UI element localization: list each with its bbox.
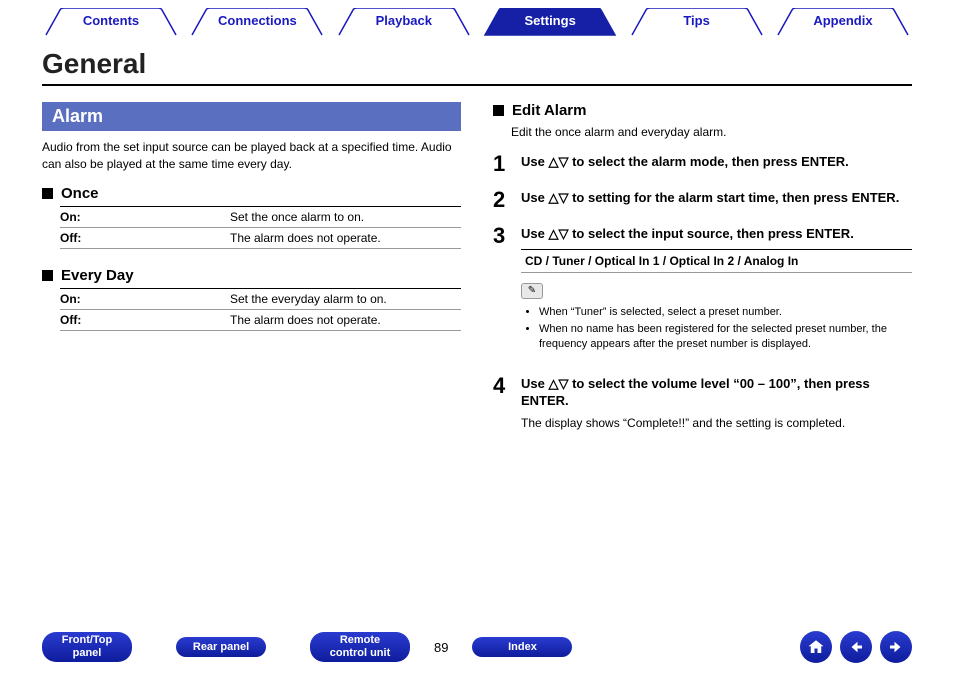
input-source-list: CD / Tuner / Optical In 1 / Optical In 2…: [521, 249, 912, 273]
everyday-table: On: Set the everyday alarm to on. Off: T…: [60, 288, 461, 331]
tab-tips[interactable]: Tips: [628, 8, 766, 36]
step-1: 1 Use △▽ to select the alarm mode, then …: [493, 153, 912, 175]
tab-appendix[interactable]: Appendix: [774, 8, 912, 36]
page-title: General: [42, 48, 912, 80]
tab-contents[interactable]: Contents: [42, 8, 180, 36]
updown-icon: △▽: [548, 376, 568, 391]
square-bullet-icon: [42, 270, 53, 281]
tab-playback-label: Playback: [376, 13, 432, 28]
step-3-num: 3: [493, 225, 521, 355]
step-2: 2 Use △▽ to setting for the alarm start …: [493, 189, 912, 211]
step-4-num: 4: [493, 375, 521, 430]
tab-settings[interactable]: Settings: [481, 8, 619, 36]
home-icon: [807, 638, 825, 656]
tab-tips-label: Tips: [683, 13, 710, 28]
table-row: On: Set the once alarm to on.: [60, 207, 461, 228]
step-1-num: 1: [493, 153, 521, 175]
step-4: 4 Use △▽ to select the volume level “00 …: [493, 375, 912, 430]
everyday-on-desc: Set the everyday alarm to on.: [230, 292, 461, 306]
step-2-num: 2: [493, 189, 521, 211]
once-table: On: Set the once alarm to on. Off: The a…: [60, 206, 461, 249]
list-item: When no name has been registered for the…: [539, 322, 912, 353]
tab-appendix-label: Appendix: [813, 13, 872, 28]
arrow-left-icon: [847, 638, 865, 656]
step-2-text: Use △▽ to setting for the alarm start ti…: [521, 189, 912, 207]
table-row: Off: The alarm does not operate.: [60, 310, 461, 331]
note-icon: ✎: [521, 283, 543, 299]
alarm-heading: Alarm: [42, 102, 461, 131]
tab-playback[interactable]: Playback: [335, 8, 473, 36]
home-button[interactable]: [800, 631, 832, 663]
index-button[interactable]: Index: [472, 637, 572, 658]
prev-page-button[interactable]: [840, 631, 872, 663]
edit-alarm-desc: Edit the once alarm and everyday alarm.: [511, 125, 912, 139]
updown-icon: △▽: [548, 226, 568, 241]
page-number: 89: [410, 640, 472, 655]
everyday-title: Every Day: [61, 267, 134, 284]
pencil-icon: ✎: [528, 285, 536, 296]
once-on-label: On:: [60, 210, 230, 224]
title-rule: [42, 84, 912, 86]
step-3: 3 Use △▽ to select the input source, the…: [493, 225, 912, 355]
step-3-notes: When “Tuner” is selected, select a prese…: [521, 305, 912, 353]
footer: Front/Top panel Rear panel Remote contro…: [0, 631, 954, 663]
next-page-button[interactable]: [880, 631, 912, 663]
nav-buttons: [800, 631, 912, 663]
remote-control-button[interactable]: Remote control unit: [310, 632, 410, 661]
tab-connections[interactable]: Connections: [188, 8, 326, 36]
table-row: On: Set the everyday alarm to on.: [60, 289, 461, 310]
once-title: Once: [61, 185, 99, 202]
step-1-text: Use △▽ to select the alarm mode, then pr…: [521, 153, 912, 171]
everyday-on-label: On:: [60, 292, 230, 306]
tab-settings-label: Settings: [525, 13, 576, 28]
list-item: When “Tuner” is selected, select a prese…: [539, 305, 912, 320]
square-bullet-icon: [42, 188, 53, 199]
edit-alarm-heading: Edit Alarm: [493, 102, 912, 119]
alarm-intro: Audio from the set input source can be p…: [42, 139, 461, 173]
tab-connections-label: Connections: [218, 13, 297, 28]
tab-contents-label: Contents: [83, 13, 139, 28]
once-heading: Once: [42, 185, 461, 202]
everyday-off-label: Off:: [60, 313, 230, 327]
everyday-off-desc: The alarm does not operate.: [230, 313, 461, 327]
step-4-sub: The display shows “Complete!!” and the s…: [521, 416, 912, 430]
right-column: Edit Alarm Edit the once alarm and every…: [493, 102, 912, 444]
edit-alarm-title: Edit Alarm: [512, 102, 586, 119]
updown-icon: △▽: [548, 154, 568, 169]
arrow-right-icon: [887, 638, 905, 656]
step-4-text: Use △▽ to select the volume level “00 – …: [521, 375, 912, 410]
content-columns: Alarm Audio from the set input source ca…: [0, 102, 954, 444]
square-bullet-icon: [493, 105, 504, 116]
left-column: Alarm Audio from the set input source ca…: [42, 102, 461, 444]
top-tabs: Contents Connections Playback Settings T…: [0, 0, 954, 44]
step-3-text: Use △▽ to select the input source, then …: [521, 225, 912, 243]
table-row: Off: The alarm does not operate.: [60, 228, 461, 249]
updown-icon: △▽: [548, 190, 568, 205]
once-off-desc: The alarm does not operate.: [230, 231, 461, 245]
everyday-heading: Every Day: [42, 267, 461, 284]
once-on-desc: Set the once alarm to on.: [230, 210, 461, 224]
once-off-label: Off:: [60, 231, 230, 245]
front-top-panel-button[interactable]: Front/Top panel: [42, 632, 132, 661]
rear-panel-button[interactable]: Rear panel: [176, 637, 266, 658]
